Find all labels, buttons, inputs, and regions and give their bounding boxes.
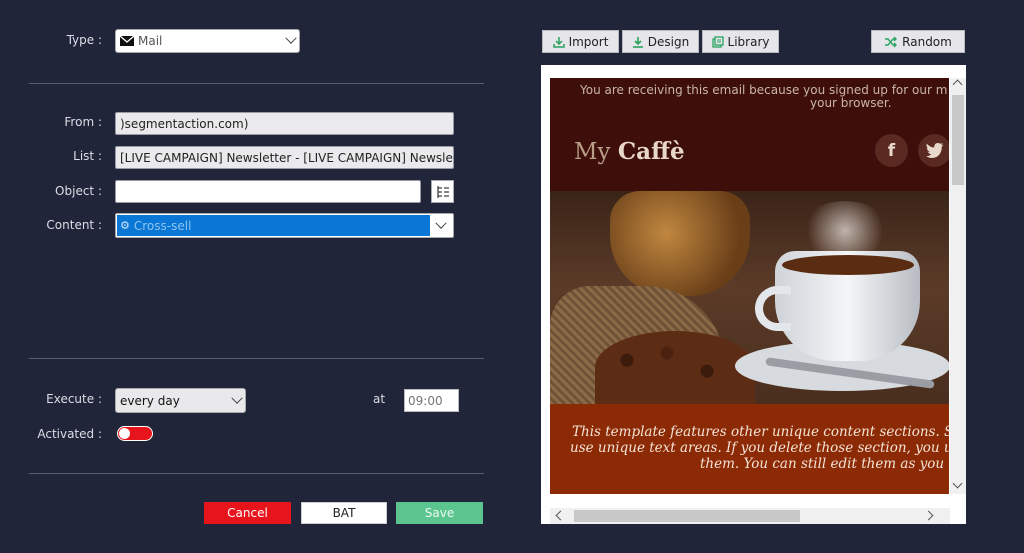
email-body-line2: use unique text areas. If you delete tho… (570, 440, 949, 456)
type-select-value: Mail (138, 34, 163, 48)
email-body-text: This template features other unique cont… (550, 424, 949, 472)
content-label: Content : (46, 218, 102, 232)
activated-toggle[interactable] (117, 426, 153, 441)
type-label: Type : (66, 33, 102, 47)
content-select[interactable]: ⚙ Cross-sell (115, 213, 454, 238)
from-label: From : (64, 115, 102, 129)
bat-button[interactable]: BAT (301, 502, 387, 524)
random-button[interactable]: Random (871, 30, 965, 53)
email-notice-line2: your browser. (810, 96, 892, 110)
email-header: You are receiving this email because you… (550, 78, 949, 191)
vertical-scroll-thumb[interactable] (952, 95, 964, 185)
facebook-icon[interactable]: f (875, 134, 908, 167)
chevron-down-icon (435, 217, 447, 229)
library-button[interactable]: Library (702, 30, 779, 53)
design-label: Design (647, 34, 690, 49)
scroll-down-icon[interactable] (952, 478, 963, 489)
library-label: Library (727, 34, 770, 49)
email-preview-viewport: You are receiving this email because you… (550, 78, 949, 494)
brand-name: Caffè (617, 138, 685, 165)
coffee-hero-image (550, 191, 949, 404)
object-input[interactable] (115, 180, 421, 203)
cup-handle-shape (755, 286, 791, 331)
list-tree-icon (436, 185, 449, 198)
email-notice: You are receiving this email because you… (550, 84, 949, 110)
list-field[interactable]: [LIVE CAMPAIGN] Newsletter - [LIVE CAMPA… (115, 146, 454, 169)
import-label: Import (568, 34, 609, 49)
design-button[interactable]: Design (622, 30, 699, 53)
scroll-up-icon[interactable] (952, 79, 963, 90)
library-icon (711, 35, 724, 48)
import-button[interactable]: Import (542, 30, 619, 53)
execute-select[interactable]: every day (115, 388, 246, 413)
cancel-button[interactable]: Cancel (204, 502, 291, 524)
toggle-knob (119, 428, 130, 439)
coffee-surface-shape (782, 255, 914, 275)
activated-label: Activated : (37, 427, 102, 441)
email-content-block: This template features other unique cont… (550, 404, 949, 494)
tree-icon-button[interactable] (431, 180, 454, 203)
list-label: List : (73, 149, 102, 163)
scroll-right-icon[interactable] (923, 510, 934, 521)
chevron-down-icon (231, 392, 243, 404)
coffee-beans-shape (595, 331, 755, 404)
chevron-down-icon (285, 32, 297, 44)
horizontal-scroll-thumb[interactable] (574, 510, 800, 522)
type-select[interactable]: Mail (115, 29, 300, 53)
vertical-scrollbar[interactable] (950, 78, 966, 494)
copper-pot-shape (610, 191, 750, 296)
email-preview-pane: You are receiving this email because you… (541, 65, 966, 524)
divider (29, 83, 484, 84)
mail-icon (119, 35, 134, 46)
email-body-line1: This template features other unique cont… (572, 424, 949, 440)
object-label: Object : (55, 184, 102, 198)
twitter-icon[interactable] (918, 134, 949, 167)
from-field[interactable]: )segmentaction.com) (115, 112, 454, 135)
brand-my: My (574, 139, 611, 165)
content-select-value: Cross-sell (133, 218, 192, 233)
divider (29, 358, 484, 359)
execute-select-value: every day (120, 393, 180, 408)
at-label: at (373, 392, 386, 406)
time-input[interactable] (404, 389, 459, 412)
brand-logo: My Caffè (574, 138, 685, 165)
execute-label: Execute : (46, 392, 102, 406)
gears-icon: ⚙ (120, 219, 130, 232)
design-icon (632, 36, 643, 48)
random-label: Random (902, 34, 952, 49)
horizontal-scrollbar[interactable] (550, 508, 950, 524)
save-button[interactable]: Save (396, 502, 483, 524)
scroll-left-icon[interactable] (555, 510, 566, 521)
shuffle-icon (885, 36, 898, 47)
divider (29, 473, 484, 474)
email-body-line3: them. You can still edit them as you (700, 456, 945, 472)
download-icon (552, 36, 565, 48)
